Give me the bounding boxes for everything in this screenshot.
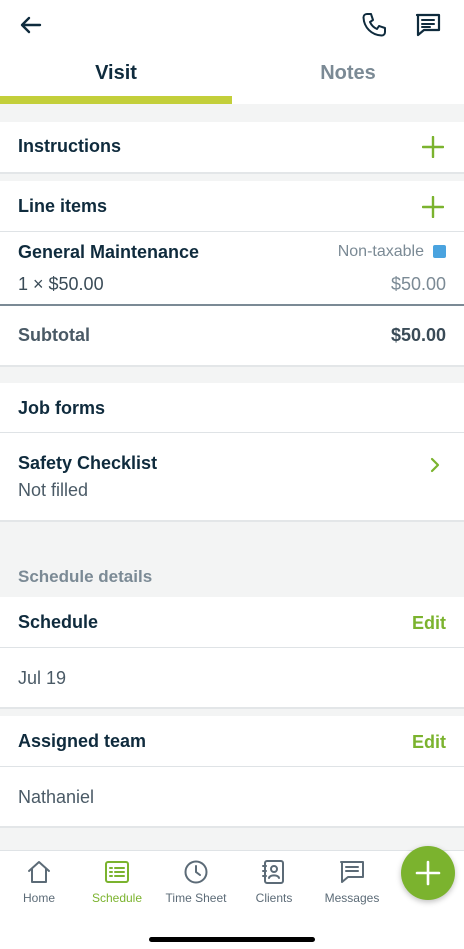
subtotal-label: Subtotal [18, 325, 90, 345]
tab-notes[interactable]: Notes [232, 50, 464, 104]
tab-active-indicator [0, 96, 232, 104]
job-forms-section: Job forms Safety Checklist Not filled [0, 383, 464, 520]
schedule-edit-button[interactable]: Edit [412, 613, 446, 634]
nav-schedule[interactable]: Schedule [78, 859, 156, 905]
team-edit-button[interactable]: Edit [412, 732, 446, 753]
assigned-team-section: Assigned team Edit Nathaniel [0, 716, 464, 826]
bottom-navigation: Home Schedule Time Sheet Clients Message… [0, 850, 464, 949]
line-item-total: $50.00 [390, 274, 446, 294]
messages-icon [340, 861, 364, 883]
divider [0, 520, 464, 522]
schedule-section: Schedule Edit Jul 19 [0, 597, 464, 707]
divider [0, 826, 464, 828]
top-bar [0, 0, 464, 50]
job-forms-title: Job forms [18, 398, 106, 418]
contacts-book-icon [262, 860, 284, 884]
add-line-item-icon[interactable] [422, 196, 444, 218]
nav-timesheet[interactable]: Time Sheet [157, 859, 235, 905]
nav-home[interactable]: Home [0, 859, 78, 905]
clock-icon [184, 860, 208, 884]
team-member: Nathaniel [18, 787, 95, 807]
tab-bar: Visit Notes [0, 50, 464, 104]
instructions-title: Instructions [18, 136, 122, 156]
home-indicator [149, 937, 315, 942]
form-name: Safety Checklist [18, 453, 158, 473]
nav-messages[interactable]: Messages [313, 859, 391, 905]
schedule-title: Schedule [18, 612, 99, 632]
form-status: Not filled [18, 480, 89, 500]
home-icon [28, 861, 50, 883]
safety-checklist-row[interactable]: Safety Checklist Not filled [0, 433, 464, 519]
line-item-qty-price: 1 × $50.00 [18, 274, 104, 294]
divider [0, 304, 464, 306]
schedule-details-label: Schedule details [18, 567, 153, 586]
line-item-name: General Maintenance [18, 242, 200, 262]
line-items-section: Line items General Maintenance Non-taxab… [0, 181, 464, 365]
instructions-section: Instructions [0, 122, 464, 172]
nav-clients[interactable]: Clients [235, 859, 313, 905]
line-items-title: Line items [18, 196, 108, 216]
schedule-date: Jul 19 [18, 668, 67, 688]
tab-notes-label: Notes [320, 62, 376, 84]
phone-icon[interactable] [360, 11, 388, 39]
divider [0, 172, 464, 174]
line-item-row[interactable]: General Maintenance Non-taxable 1 × $50.… [0, 232, 464, 304]
tab-visit[interactable]: Visit [0, 50, 232, 104]
divider [0, 766, 464, 767]
nav-messages-label: Messages [324, 891, 380, 905]
divider [0, 365, 464, 367]
tax-color-badge [433, 245, 446, 258]
create-fab-button[interactable] [401, 846, 455, 900]
divider [0, 707, 464, 709]
tab-visit-label: Visit [95, 62, 137, 84]
chevron-right-icon [430, 457, 440, 473]
divider [0, 647, 464, 648]
nav-timesheet-label: Time Sheet [165, 891, 227, 905]
nav-schedule-label: Schedule [91, 891, 143, 905]
chat-icon[interactable] [414, 11, 442, 39]
schedule-list-icon [105, 861, 129, 883]
back-arrow-icon[interactable] [18, 13, 44, 37]
nav-clients-label: Clients [255, 891, 293, 905]
plus-icon [415, 860, 441, 886]
add-instructions-icon[interactable] [422, 136, 444, 158]
subtotal-value: $50.00 [390, 325, 446, 345]
nav-home-label: Home [22, 891, 55, 905]
tax-status: Non-taxable [337, 243, 424, 260]
assigned-team-title: Assigned team [18, 731, 147, 751]
